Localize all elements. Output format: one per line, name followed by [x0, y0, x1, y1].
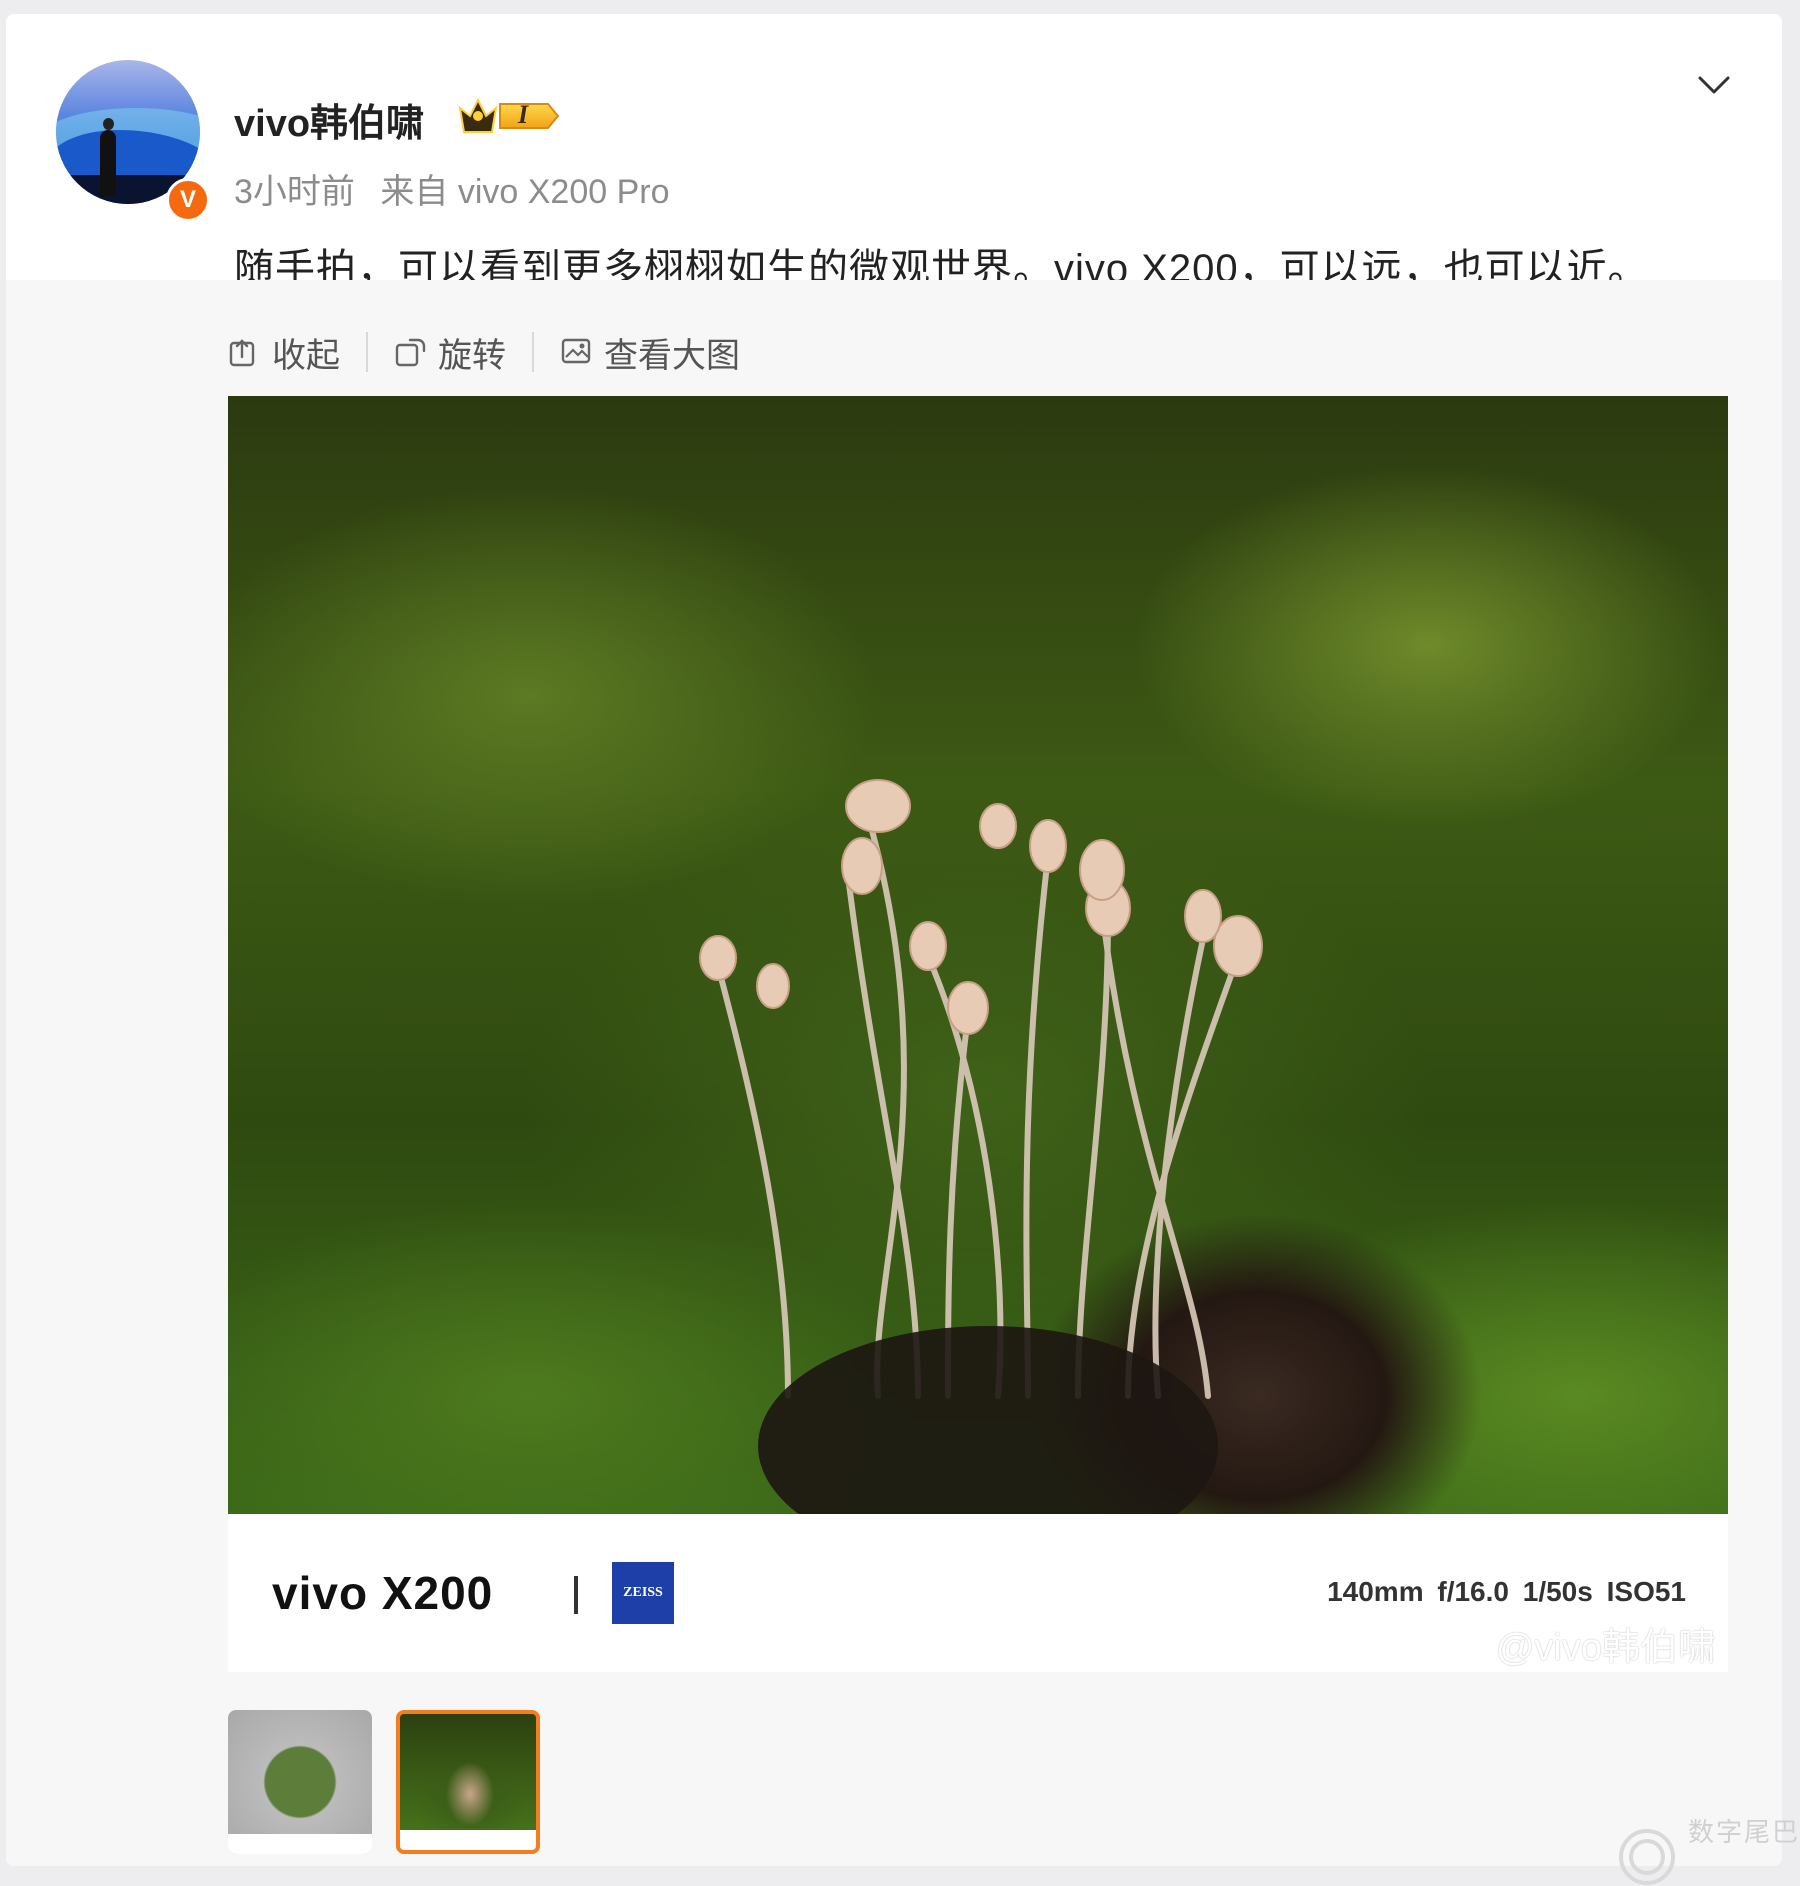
chevron-down-icon[interactable]: [1694, 66, 1734, 106]
thumbnail-caption-strip: [228, 1834, 372, 1854]
rotate-label: 旋转: [438, 336, 506, 375]
camera-brand: vivo X200: [272, 1567, 494, 1619]
zeiss-logo: ZEISS: [612, 1562, 674, 1624]
weibo-post-card: V vivo韩伯啸 I 3小时前 来自 vivo X200 Pro 随手拍，可以…: [6, 14, 1782, 1866]
post-header: V vivo韩伯啸 I 3小时前 来自 vivo X200 Pro 随手拍，可以…: [6, 14, 1782, 291]
thumbnail-2-selected[interactable]: [396, 1710, 540, 1854]
post-meta: 3小时前 来自 vivo X200 Pro: [234, 164, 670, 213]
thumbnail-caption-strip: [400, 1830, 536, 1850]
photo-mushroom-drawing: [699, 779, 1263, 1514]
thumbnail-1[interactable]: [228, 1710, 372, 1854]
toolbar-divider: [532, 332, 534, 372]
image-toolbar: 收起 旋转 查看大图: [228, 328, 740, 377]
collapse-button[interactable]: 收起: [228, 328, 340, 377]
username[interactable]: vivo韩伯啸: [234, 92, 424, 147]
brand-divider: [574, 1576, 578, 1614]
photo-rock: [758, 1326, 1218, 1514]
avatar-person: [100, 118, 116, 196]
level-badge-label: I: [518, 100, 529, 129]
exif-info: 140mm f/16.0 1/50s ISO51: [1327, 1576, 1686, 1607]
rotate-icon: [395, 338, 426, 367]
collapse-label: 收起: [272, 336, 340, 375]
post-time[interactable]: 3小时前: [234, 173, 355, 211]
view-large-button[interactable]: 查看大图: [560, 328, 740, 377]
post-source: 来自 vivo X200 Pro: [380, 173, 670, 211]
photo-caption-bar: vivo X200 ZEISS 140mm f/16.0 1/50s ISO51…: [228, 1514, 1728, 1672]
toolbar-divider: [366, 332, 368, 372]
verified-badge-icon: V: [166, 178, 210, 222]
weibo-watermark: @vivo韩伯啸: [1495, 1627, 1716, 1669]
site-watermark-text: 数字尾巴: [1688, 1817, 1800, 1847]
thumbnail-strip: [228, 1710, 540, 1854]
image-view-icon: [561, 338, 591, 364]
collapse-icon: [229, 339, 255, 367]
post-photo-mushrooms[interactable]: [228, 396, 1728, 1514]
media-section: 收起 旋转 查看大图 vivo X200 ZEISS 140mm f/16.0 …: [6, 280, 1782, 1866]
site-watermark-logo-icon: [1619, 1829, 1675, 1885]
view-large-label: 查看大图: [604, 336, 740, 375]
rotate-button[interactable]: 旋转: [394, 328, 506, 377]
crown-level-badge-icon[interactable]: [456, 94, 562, 138]
